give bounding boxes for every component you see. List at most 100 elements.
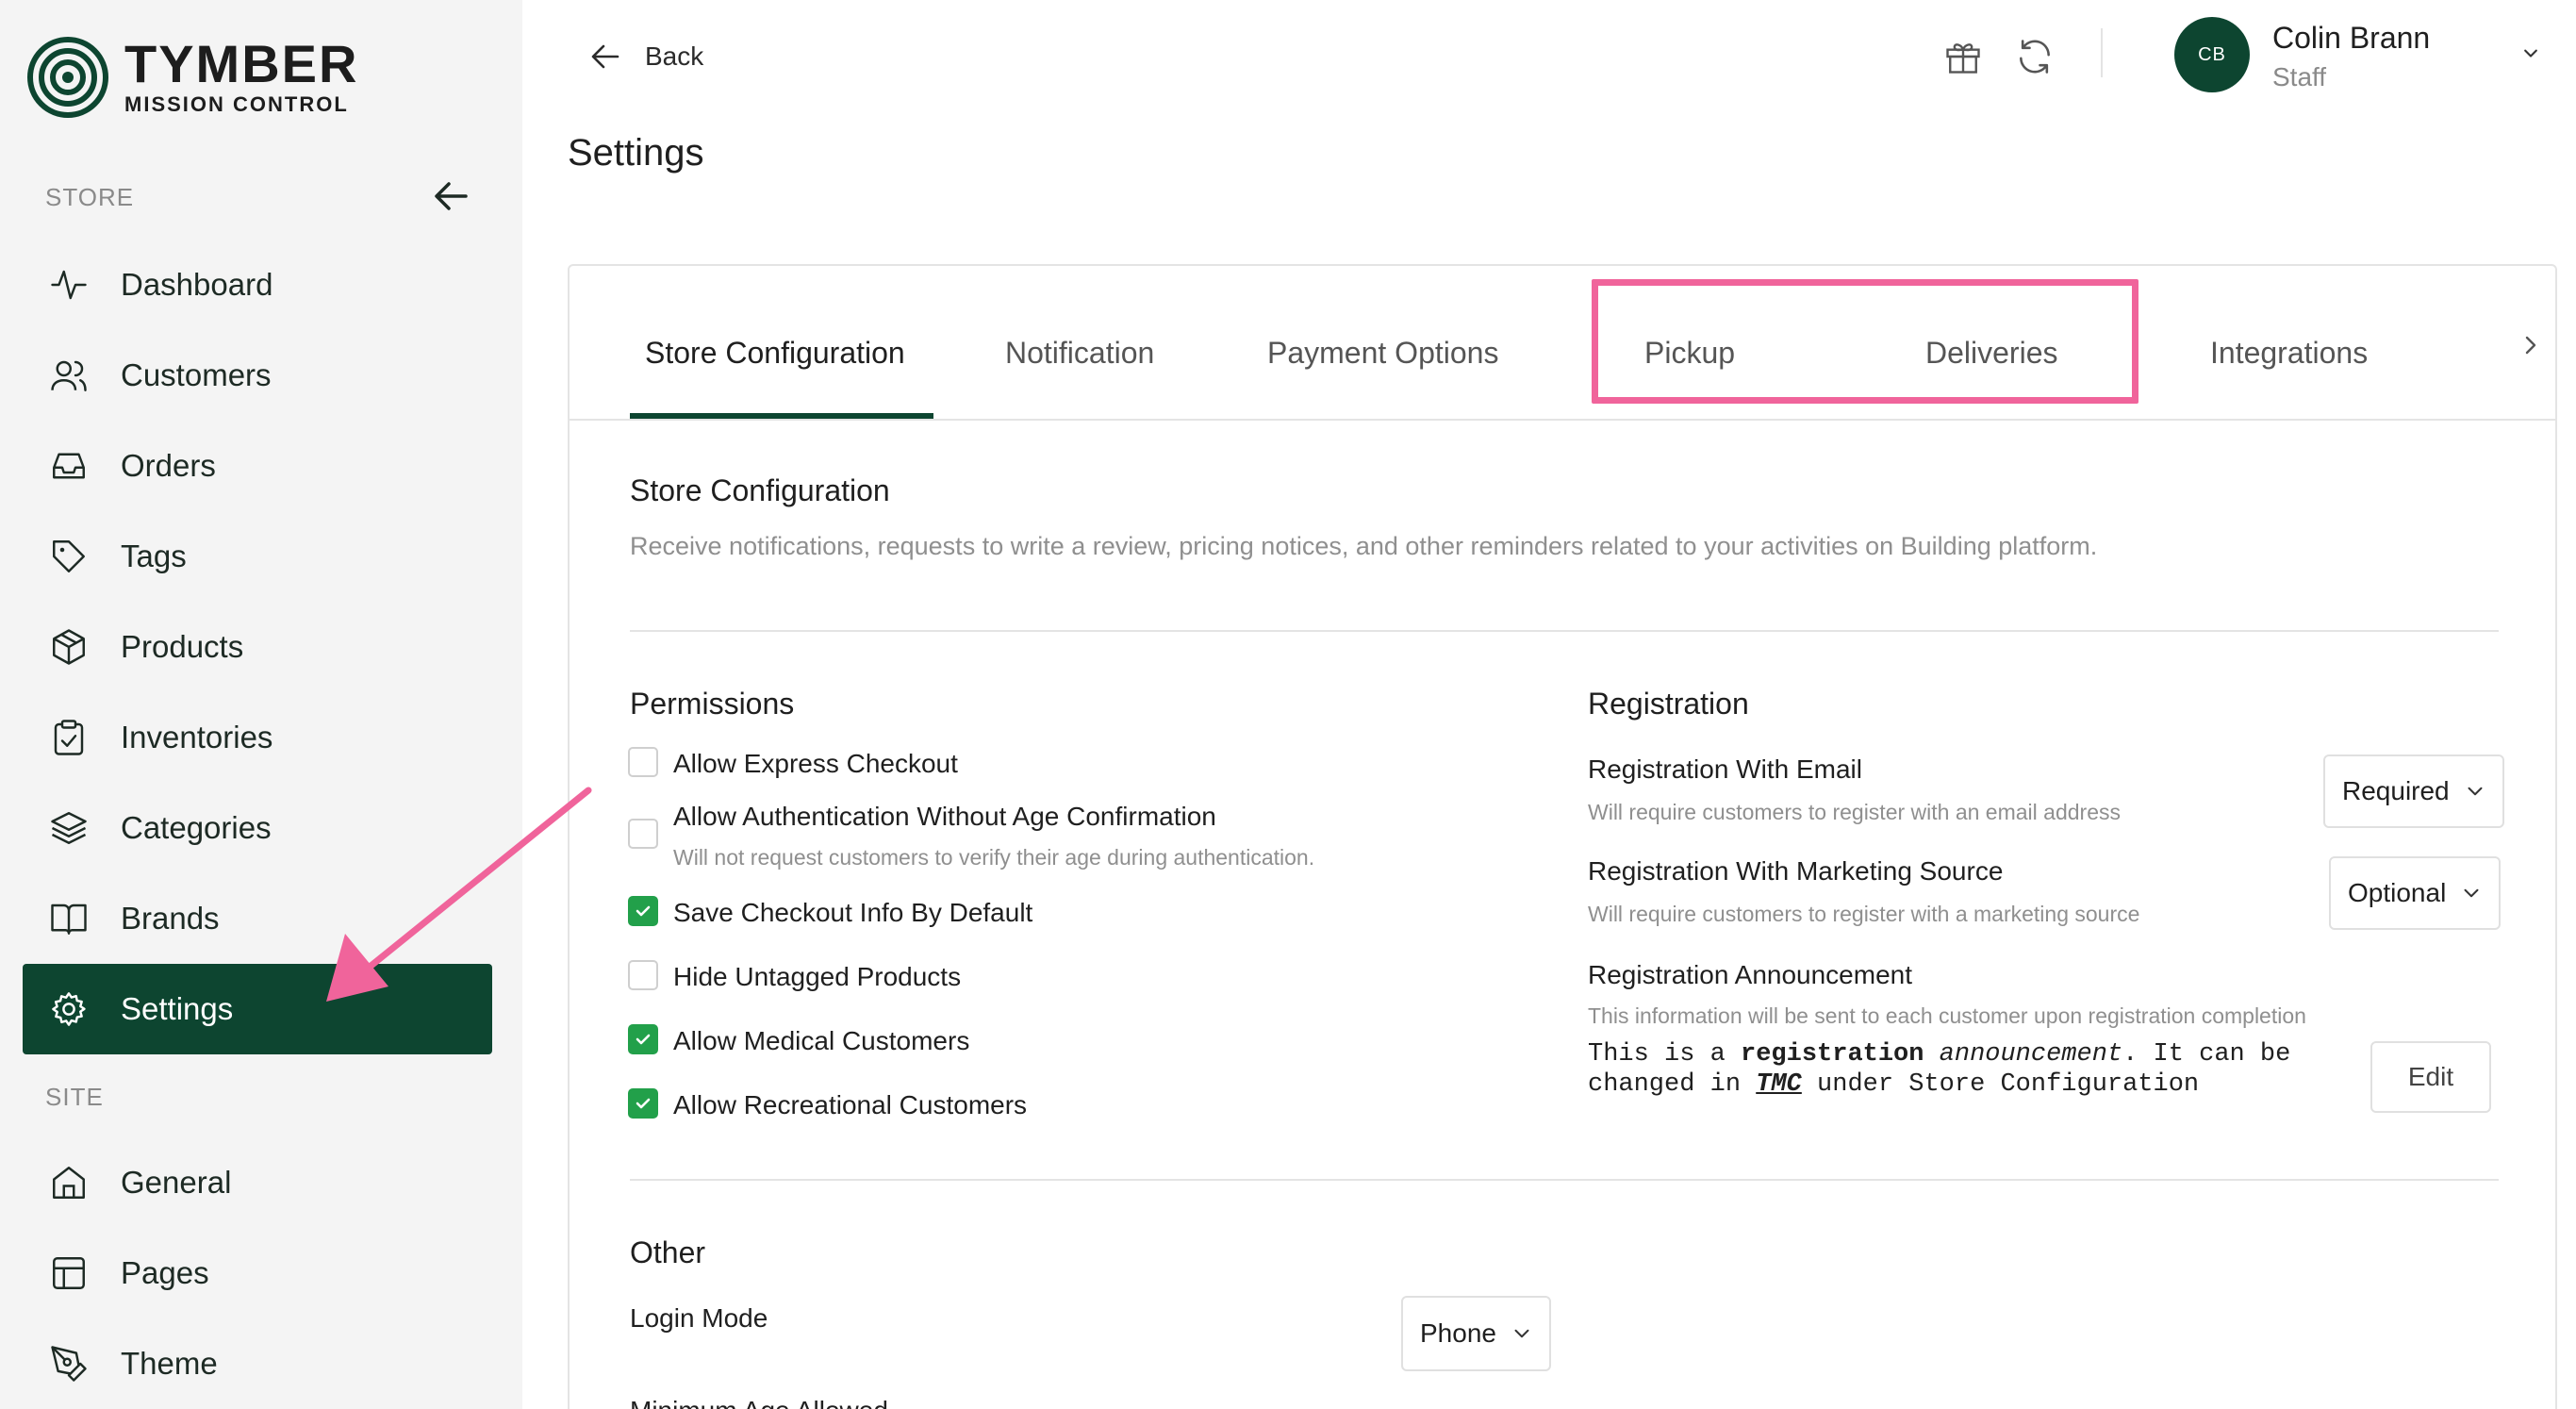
checkbox-help-text: Will not request customers to verify the…: [673, 845, 1315, 870]
sidebar-item-label: Theme: [121, 1346, 218, 1381]
sidebar-item-label: Customers: [121, 357, 272, 392]
checkbox-allow-express-checkout[interactable]: [628, 747, 658, 777]
gift-icon[interactable]: [1942, 36, 1984, 77]
select-value: Optional: [2348, 878, 2447, 907]
section-title-permissions: Permissions: [630, 687, 795, 721]
checkbox-label: Allow Authentication Without Age Confirm…: [673, 802, 1216, 831]
registration-email-label: Registration With Email: [1588, 754, 1862, 784]
sidebar-item-dashboard[interactable]: Dashboard: [23, 240, 492, 330]
login-mode-select[interactable]: Phone: [1401, 1296, 1551, 1371]
tab-store-configuration[interactable]: Store Configuration: [645, 336, 905, 371]
section-title-store-configuration: Store Configuration: [630, 473, 890, 507]
checkbox-allow-auth-without-age[interactable]: [628, 819, 658, 849]
sidebar-item-label: Orders: [121, 448, 216, 483]
sidebar-item-label: Settings: [121, 991, 234, 1026]
avatar[interactable]: CB: [2174, 17, 2250, 92]
checkbox-label: Allow Medical Customers: [673, 1026, 970, 1055]
chevron-down-icon[interactable]: [2518, 40, 2544, 66]
sidebar-item-settings[interactable]: Settings: [23, 964, 492, 1054]
sidebar-item-label: Inventories: [121, 720, 273, 754]
sidebar-item-label: Categories: [121, 810, 272, 845]
registration-announcement-label: Registration Announcement: [1588, 960, 1912, 989]
inbox-icon: [47, 444, 91, 488]
user-role: Staff: [2272, 62, 2327, 91]
sidebar-item-tags[interactable]: Tags: [23, 511, 492, 602]
active-tab-indicator: [630, 413, 933, 419]
box-icon: [47, 625, 91, 669]
sidebar-item-inventories[interactable]: Inventories: [23, 692, 492, 783]
check-icon: [636, 1034, 651, 1045]
checkbox-hide-untagged-products[interactable]: [628, 960, 658, 990]
back-button[interactable]: Back: [586, 38, 703, 75]
gear-icon: [47, 987, 91, 1031]
check-icon: [636, 1098, 651, 1109]
page-title: Settings: [568, 132, 704, 174]
section-description: Receive notifications, requests to write…: [630, 532, 2098, 560]
checkbox-allow-medical-customers[interactable]: [628, 1024, 658, 1054]
chevron-down-icon: [2464, 888, 2479, 898]
registration-marketing-label: Registration With Marketing Source: [1588, 856, 2004, 886]
registration-email-select[interactable]: Required: [2323, 754, 2504, 828]
sidebar-item-label: Dashboard: [121, 267, 273, 302]
sidebar-item-orders[interactable]: Orders: [23, 421, 492, 511]
registration-marketing-help: Will require customers to register with …: [1588, 902, 2140, 926]
sidebar-item-products[interactable]: Products: [23, 602, 492, 692]
tab-notification[interactable]: Notification: [1005, 336, 1154, 371]
arrow-left-icon: [591, 44, 619, 69]
tab-integrations[interactable]: Integrations: [2210, 336, 2368, 371]
checkbox-label: Save Checkout Info By Default: [673, 898, 1033, 927]
book-open-icon: [47, 897, 91, 940]
target-logo-icon: [27, 37, 108, 118]
brand-subtitle: MISSION CONTROL: [124, 92, 349, 116]
checkbox-label: Hide Untagged Products: [673, 962, 962, 991]
sidebar-item-label: Brands: [121, 901, 220, 936]
sidebar-item-brands[interactable]: Brands: [23, 873, 492, 964]
brand-title: TYMBER: [124, 34, 359, 93]
users-icon: [47, 354, 91, 397]
refresh-icon[interactable]: [2014, 36, 2056, 77]
site-section-label: SITE: [45, 1083, 104, 1111]
min-age-label: Minimum Age Allowed: [630, 1396, 888, 1409]
clipboard-check-icon: [47, 716, 91, 759]
back-label: Back: [645, 41, 704, 71]
registration-marketing-select[interactable]: Optional: [2329, 856, 2502, 930]
select-value: Phone: [1420, 1318, 1496, 1348]
login-mode-label: Login Mode: [630, 1303, 768, 1333]
tag-icon: [47, 535, 91, 578]
layers-icon: [47, 806, 91, 850]
tab-deliveries[interactable]: Deliveries: [1925, 336, 2057, 371]
registration-email-help: Will require customers to register with …: [1588, 800, 2121, 824]
edit-announcement-button[interactable]: Edit: [2370, 1041, 2491, 1113]
chevron-right-icon[interactable]: [2516, 330, 2546, 360]
sidebar-item-pages[interactable]: Pages: [23, 1228, 492, 1318]
checkbox-label: Allow Recreational Customers: [673, 1090, 1028, 1119]
divider: [630, 1179, 2499, 1181]
divider: [630, 630, 2499, 632]
checkbox-allow-recreational-customers[interactable]: [628, 1088, 658, 1119]
pen-tool-icon: [47, 1342, 91, 1385]
checkbox-label: Allow Express Checkout: [673, 749, 958, 778]
tab-payment-options[interactable]: Payment Options: [1267, 336, 1498, 371]
sidebar-item-general[interactable]: General: [23, 1137, 492, 1228]
sidebar: TYMBER MISSION CONTROL STORE Dashboard C…: [0, 0, 522, 1409]
activity-icon: [47, 263, 91, 307]
sidebar-item-label: Products: [121, 629, 244, 664]
collapse-sidebar-arrow-icon[interactable]: [430, 175, 471, 217]
tab-pickup[interactable]: Pickup: [1644, 336, 1735, 371]
sidebar-item-label: General: [121, 1165, 232, 1200]
chevron-down-icon: [2468, 787, 2483, 796]
chevron-down-icon: [1514, 1329, 1529, 1338]
home-icon: [47, 1161, 91, 1204]
user-name[interactable]: Colin Brann: [2272, 21, 2430, 56]
sidebar-item-label: Tags: [121, 539, 187, 573]
sidebar-item-customers[interactable]: Customers: [23, 330, 492, 421]
select-value: Required: [2342, 776, 2450, 805]
sidebar-item-theme[interactable]: Theme: [23, 1318, 492, 1409]
brand-logo[interactable]: TYMBER MISSION CONTROL: [26, 36, 358, 119]
sidebar-item-categories[interactable]: Categories: [23, 783, 492, 873]
sidebar-item-label: Pages: [121, 1255, 209, 1290]
header-divider: [2101, 28, 2103, 77]
section-title-registration: Registration: [1588, 687, 1749, 721]
checkbox-save-checkout-info[interactable]: [628, 896, 658, 926]
section-title-other: Other: [630, 1235, 706, 1269]
